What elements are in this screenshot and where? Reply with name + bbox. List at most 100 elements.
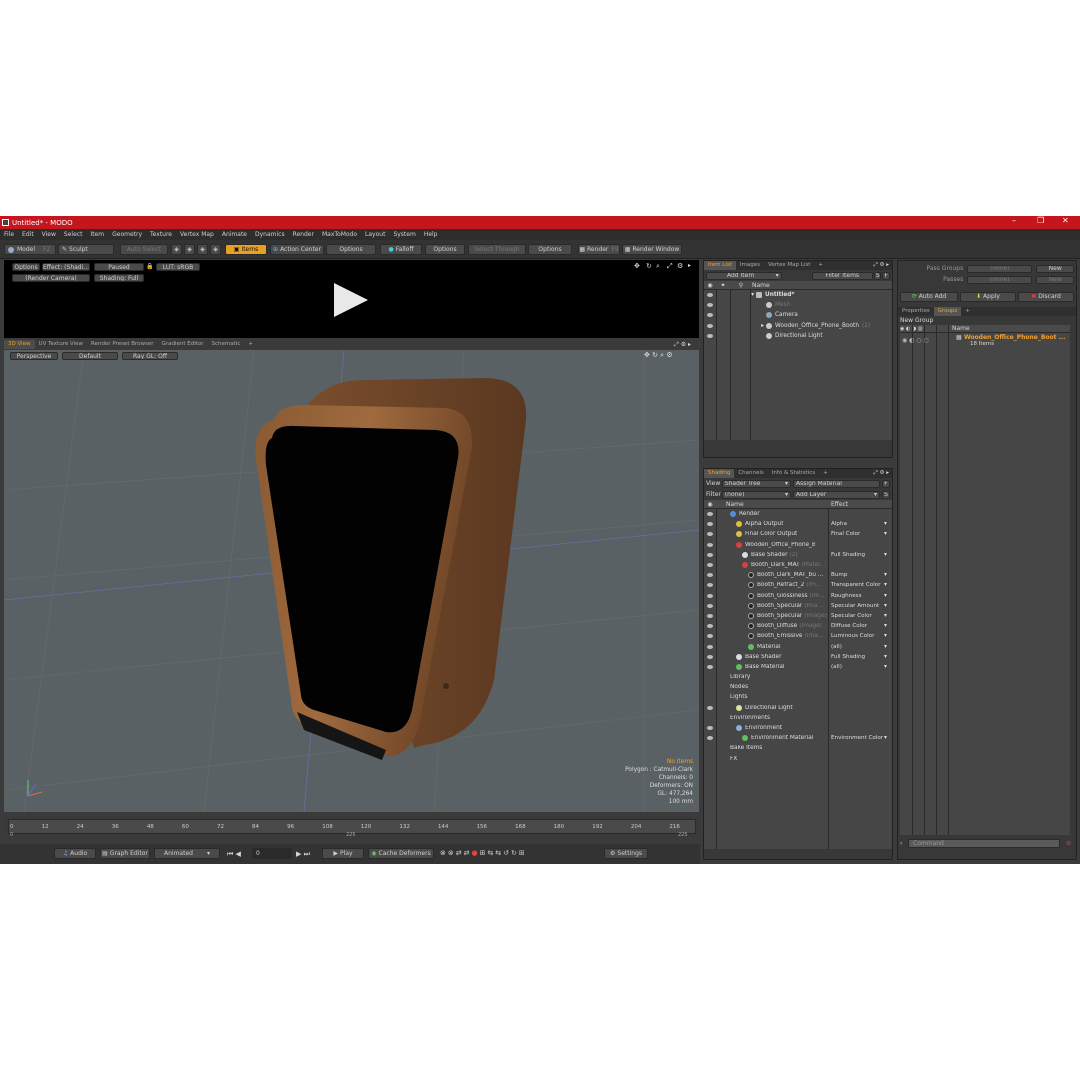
- step-forward-icon[interactable]: ▶ ⏭: [296, 850, 310, 859]
- group-toggle-icons[interactable]: ◉ ◐ ○ ○: [902, 337, 929, 344]
- audio-button[interactable]: ♫ Audio: [54, 848, 96, 859]
- effect-column-header[interactable]: Effect: [831, 501, 848, 508]
- chevron-down-icon[interactable]: ▾: [884, 664, 887, 670]
- item-list-row[interactable]: Camera: [704, 310, 892, 320]
- materials-mode-button[interactable]: ◈: [210, 244, 221, 255]
- visibility-eye-icon[interactable]: [707, 532, 713, 537]
- menu-select[interactable]: Select: [64, 231, 83, 238]
- viewport-nav-icons[interactable]: ✥ ↻ ⌕ ⚙: [644, 351, 673, 360]
- layer-effect[interactable]: Alpha: [831, 521, 847, 527]
- preview-paused-button[interactable]: Paused: [94, 263, 144, 271]
- perspective-dropdown[interactable]: Perspective: [10, 352, 58, 360]
- visibility-eye-icon[interactable]: [707, 313, 713, 318]
- assign-material-button[interactable]: Assign Material: [793, 479, 881, 488]
- new-pass-button[interactable]: New: [1036, 275, 1074, 284]
- passes-dropdown[interactable]: (none): [967, 275, 1033, 284]
- item-list-row[interactable]: ▾ Untitled*: [704, 290, 892, 300]
- shader-tree-row[interactable]: Library: [704, 672, 892, 682]
- shader-tree-row[interactable]: Base Shader (2) Full Shading ▾: [704, 550, 892, 560]
- close-button[interactable]: ✕: [1062, 216, 1069, 225]
- shader-tree-row[interactable]: Base Material (all) ▾: [704, 662, 892, 672]
- lut-dropdown[interactable]: LUT: sRGB: [156, 263, 200, 271]
- panel-tools-icon[interactable]: ⤢ ⚙ ▸: [873, 470, 889, 477]
- layer-effect[interactable]: (all): [831, 644, 842, 650]
- tab-add[interactable]: +: [961, 307, 974, 316]
- auto-add-button[interactable]: ⟳ Auto Add: [900, 291, 958, 302]
- layer-effect[interactable]: Specular Color: [831, 613, 872, 619]
- menu-vertex-map[interactable]: Vertex Map: [180, 231, 214, 238]
- graph-editor-button[interactable]: ▤ Graph Editor: [100, 848, 150, 859]
- tab-channels[interactable]: Channels: [734, 469, 767, 478]
- visibility-eye-icon[interactable]: [707, 573, 713, 578]
- tab-properties[interactable]: Properties: [898, 307, 934, 316]
- menu-item[interactable]: Item: [90, 231, 104, 238]
- shader-tree-row[interactable]: Environment Material Environment Color ▾: [704, 733, 892, 743]
- tab-add[interactable]: +: [244, 340, 257, 349]
- menu-dynamics[interactable]: Dynamics: [255, 231, 285, 238]
- visibility-eye-icon[interactable]: [707, 705, 713, 710]
- chevron-down-icon[interactable]: ▾: [884, 654, 887, 660]
- view-dropdown[interactable]: Shader Tree ▾: [721, 479, 792, 488]
- shader-tree-row[interactable]: FX: [704, 754, 892, 764]
- menu-geometry[interactable]: Geometry: [112, 231, 142, 238]
- shader-tree-row[interactable]: Environments: [704, 713, 892, 723]
- polygons-mode-button[interactable]: ◈: [197, 244, 208, 255]
- render-button[interactable]: ▦ Render F9: [578, 244, 620, 255]
- tab-3d-view[interactable]: 3D View: [4, 340, 35, 349]
- render-camera-dropdown[interactable]: (Render Camera): [12, 274, 90, 282]
- visibility-eye-icon[interactable]: [707, 583, 713, 588]
- cache-deformers-button[interactable]: ◉ Cache Deformers: [368, 848, 434, 859]
- shader-tree-row[interactable]: Booth_Diffuse (Image) Diffuse Color ▾: [704, 621, 892, 631]
- chevron-down-icon[interactable]: ▾: [884, 644, 887, 650]
- falloff-button[interactable]: ● Falloff: [380, 244, 422, 255]
- tab-info-statistics[interactable]: Info & Statistics: [768, 469, 819, 478]
- shader-tree-row[interactable]: Wooden_Office_Phone_Bo...: [704, 540, 892, 550]
- visibility-eye-icon[interactable]: [707, 654, 713, 659]
- add-item-dropdown[interactable]: Add Item ▾: [706, 271, 782, 280]
- shader-tree-row[interactable]: Nodes: [704, 682, 892, 692]
- visibility-eye-icon[interactable]: [707, 293, 713, 298]
- visibility-eye-icon[interactable]: [707, 736, 713, 741]
- chevron-down-icon[interactable]: ▾: [884, 633, 887, 639]
- layer-effect[interactable]: (all): [831, 664, 842, 670]
- expand-arrow-icon[interactable]: ▸: [688, 262, 691, 269]
- visibility-eye-icon[interactable]: [707, 303, 713, 308]
- shader-tree-row[interactable]: Bake Items: [704, 743, 892, 753]
- new-pass-group-button[interactable]: New: [1036, 264, 1074, 273]
- visibility-eye-icon[interactable]: [707, 726, 713, 731]
- tab-add[interactable]: +: [819, 469, 832, 478]
- preview-effect-dropdown[interactable]: Effect: (Shadi...: [42, 263, 90, 271]
- command-input[interactable]: Command: [908, 838, 1060, 848]
- minimize-button[interactable]: –: [1012, 216, 1016, 225]
- menu-render[interactable]: Render: [293, 231, 314, 238]
- shader-tree-row[interactable]: Booth_Specular (Image) Specular Color ▾: [704, 611, 892, 621]
- select-through-options-button[interactable]: Options: [528, 244, 572, 255]
- chevron-down-icon[interactable]: ▾: [884, 613, 887, 619]
- discard-button[interactable]: ✖ Discard: [1018, 291, 1074, 302]
- visibility-eye-icon[interactable]: [707, 613, 713, 618]
- item-list-row[interactable]: Mesh: [704, 300, 892, 310]
- add-layer-dropdown[interactable]: Add Layer ▾: [793, 490, 881, 499]
- tab-vertex-map-list[interactable]: Vertex Map List: [764, 261, 814, 270]
- animated-dropdown[interactable]: Animated ▾: [154, 848, 220, 859]
- gear-icon[interactable]: ⚙: [677, 262, 683, 270]
- action-center-button[interactable]: ⊕ Action Center: [270, 244, 324, 255]
- visibility-eye-icon[interactable]: [707, 542, 713, 547]
- action-center-options-button[interactable]: Options: [326, 244, 376, 255]
- filter-dropdown[interactable]: (none) ▾: [721, 490, 792, 499]
- menu-layout[interactable]: Layout: [365, 231, 385, 238]
- layer-effect[interactable]: Bump: [831, 572, 847, 578]
- layer-effect[interactable]: Luminous Color: [831, 633, 874, 639]
- shading-dropdown[interactable]: Shading: Full: [94, 274, 144, 282]
- edges-mode-button[interactable]: ◈: [184, 244, 195, 255]
- shader-tree-row[interactable]: Environment: [704, 723, 892, 733]
- 3d-viewport[interactable]: Perspective Default Ray GL: Off ✥ ↻ ⌕ ⚙ …: [4, 350, 699, 812]
- menu-help[interactable]: Help: [424, 231, 438, 238]
- settings-button[interactable]: ⚙ Settings: [604, 848, 648, 859]
- shader-tree-row[interactable]: Final Color Output Final Color ▾: [704, 529, 892, 539]
- item-list-row[interactable]: ▸ Wooden_Office_Phone_Booth (2): [704, 321, 892, 331]
- shader-tree-row[interactable]: Booth_Emissive (Ima... Luminous Color ▾: [704, 631, 892, 641]
- skip-start-icon[interactable]: ⏮ ◀: [227, 850, 241, 859]
- menu-edit[interactable]: Edit: [22, 231, 34, 238]
- chevron-down-icon[interactable]: ▾: [884, 521, 887, 527]
